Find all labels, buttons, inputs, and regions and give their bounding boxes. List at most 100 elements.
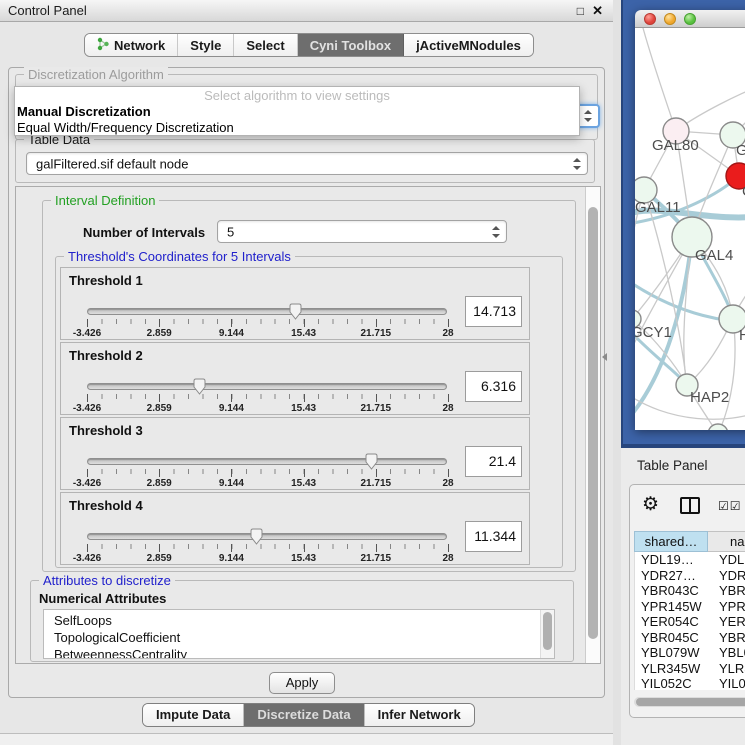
network-canvas[interactable]: GAL80GACGAL11GAL4GCY1HHAP2 [635, 28, 745, 430]
table-row[interactable]: YBL079WYBL0 [635, 645, 745, 661]
slider-tick-label: 15.43 [291, 478, 316, 489]
attributes-scrollbar-thumb[interactable] [543, 612, 552, 650]
table-cell-name[interactable]: YDL1 [709, 552, 745, 568]
tab-select[interactable]: Select [234, 34, 297, 56]
algorithm-option-manual[interactable]: Manual Discretization [15, 104, 579, 120]
select-columns-icon[interactable]: ☑☑ [718, 499, 742, 513]
tab-cyni-toolbox[interactable]: Cyni Toolbox [298, 34, 404, 56]
slider-major-tick [448, 394, 449, 402]
window-zoom-icon[interactable] [684, 13, 696, 25]
tab-style[interactable]: Style [178, 34, 234, 56]
slider-major-tick [448, 469, 449, 477]
number-of-intervals-combobox[interactable]: 5 [217, 220, 507, 243]
attributes-group-title: Attributes to discretize [39, 573, 175, 588]
table-cell-name[interactable]: YDR2 [709, 568, 745, 584]
table-cell-shared-name[interactable]: YBL079W [635, 645, 709, 661]
top-tab-bar: Network Style Select Cyni Toolbox jActiv… [84, 33, 534, 57]
table-row[interactable]: YBR043CYBR0 [635, 583, 745, 599]
tab-network[interactable]: Network [85, 34, 178, 56]
network-graph[interactable]: GAL80GACGAL11GAL4GCY1HHAP2 [635, 28, 745, 430]
tab-discretize-data[interactable]: Discretize Data [244, 704, 364, 726]
network-edge[interactable] [718, 318, 735, 430]
network-edge[interactable] [643, 28, 676, 131]
algorithm-option-equal-width[interactable]: Equal Width/Frequency Discretization [15, 120, 579, 136]
slider-tick-label: 28 [442, 553, 453, 564]
network-node[interactable] [708, 424, 728, 430]
tab-select-label: Select [246, 38, 284, 53]
threshold-4-slider[interactable] [87, 533, 447, 540]
attribute-item[interactable]: TopologicalCoefficient [54, 629, 554, 646]
column-header-name[interactable]: na [708, 531, 745, 552]
panel-title: Control Panel [8, 3, 87, 18]
slider-thumb[interactable] [192, 378, 207, 395]
table-cell-shared-name[interactable]: YBR043C [635, 583, 709, 599]
threshold-1-slider[interactable] [87, 308, 447, 315]
slider-ticks: -3.4262.8599.14415.4321.71528 [87, 394, 448, 418]
table-cell-name[interactable]: YER0 [709, 614, 745, 630]
attribute-item[interactable]: BetweennessCentrality [54, 646, 554, 659]
network-edge[interactable] [681, 78, 745, 127]
table-cell-shared-name[interactable]: YLR345W [635, 661, 709, 677]
threshold-1-value[interactable]: 14.713 [465, 296, 522, 327]
threshold-3-slider[interactable] [87, 458, 447, 465]
numerical-attributes-list[interactable]: SelfLoopsTopologicalCoefficientBetweenne… [43, 609, 555, 659]
column-layout-icon[interactable] [680, 497, 700, 514]
table-horizontal-scrollbar[interactable] [634, 697, 745, 707]
gear-icon[interactable]: ⚙ [642, 493, 659, 516]
threshold-2-value[interactable]: 6.316 [465, 371, 522, 402]
table-data-combobox[interactable]: galFiltered.sif default node [26, 152, 588, 175]
slider-major-tick [87, 394, 88, 402]
table-row[interactable]: YLR345WYLR3 [635, 661, 745, 677]
window-close-icon[interactable] [644, 13, 656, 25]
table-row[interactable]: YPR145WYPR1 [635, 599, 745, 615]
slider-tick-label: -3.426 [73, 403, 101, 414]
table-cell-name[interactable]: YLR3 [709, 661, 745, 677]
tab-jactivemnodules[interactable]: jActiveMNodules [404, 34, 533, 56]
tab-impute-data[interactable]: Impute Data [143, 704, 244, 726]
threshold-2-slider[interactable] [87, 383, 447, 390]
network-frame[interactable]: GAL80GACGAL11GAL4GCY1HHAP2 [621, 0, 745, 448]
network-node-label: HAP2 [690, 389, 729, 406]
table-hscrollbar-thumb[interactable] [636, 698, 745, 706]
vertical-scrollbar[interactable] [585, 187, 600, 663]
slider-tick-label: 28 [442, 478, 453, 489]
table-cell-shared-name[interactable]: YDL19… [635, 552, 709, 568]
threshold-4-value[interactable]: 11.344 [465, 521, 522, 552]
table-cell-shared-name[interactable]: YBR045C [635, 630, 709, 646]
slider-thumb[interactable] [249, 528, 264, 545]
close-icon[interactable]: ✕ [592, 3, 603, 19]
network-node-label: GAL80 [652, 137, 699, 154]
table-row[interactable]: YIL052CYIL0 [635, 676, 745, 690]
slider-major-tick [231, 319, 232, 327]
slider-thumb[interactable] [288, 303, 303, 320]
attribute-item[interactable]: SelfLoops [54, 612, 554, 629]
table-cell-shared-name[interactable]: YER054C [635, 614, 709, 630]
vertical-scrollbar-thumb[interactable] [588, 207, 598, 639]
slider-thumb[interactable] [364, 453, 379, 470]
threshold-3-value[interactable]: 21.4 [465, 446, 522, 477]
apply-button[interactable]: Apply [269, 672, 335, 694]
table-row[interactable]: YBR045CYBR0 [635, 630, 745, 646]
table-cell-shared-name[interactable]: YIL052C [635, 676, 709, 690]
table-cell-name[interactable]: YPR1 [709, 599, 745, 615]
panel-splitter[interactable] [613, 0, 621, 745]
table-cell-name[interactable]: YIL0 [709, 676, 745, 690]
float-icon[interactable]: □ [577, 4, 584, 18]
table-row[interactable]: YER054CYER0 [635, 614, 745, 630]
table-row[interactable]: YDR27…YDR2 [635, 568, 745, 584]
window-minimize-icon[interactable] [664, 13, 676, 25]
table-cell-name[interactable]: YBR0 [709, 583, 745, 599]
table-cell-name[interactable]: YBR0 [709, 630, 745, 646]
slider-major-tick [231, 394, 232, 402]
table-row[interactable]: YDL19…YDL1 [635, 552, 745, 568]
slider-major-tick [376, 544, 377, 552]
algorithm-prompt-item[interactable]: Select algorithm to view settings [15, 87, 579, 104]
splitter-collapse-icon[interactable] [602, 353, 607, 361]
table-cell-name[interactable]: YBL0 [709, 645, 745, 661]
table-cell-shared-name[interactable]: YPR145W [635, 599, 709, 615]
column-header-shared-name[interactable]: shared… [634, 531, 708, 552]
threshold-4-label: Threshold 4 [69, 498, 143, 513]
table-cell-shared-name[interactable]: YDR27… [635, 568, 709, 584]
tab-infer-network[interactable]: Infer Network [365, 704, 474, 726]
attributes-scrollbar[interactable] [540, 610, 554, 658]
